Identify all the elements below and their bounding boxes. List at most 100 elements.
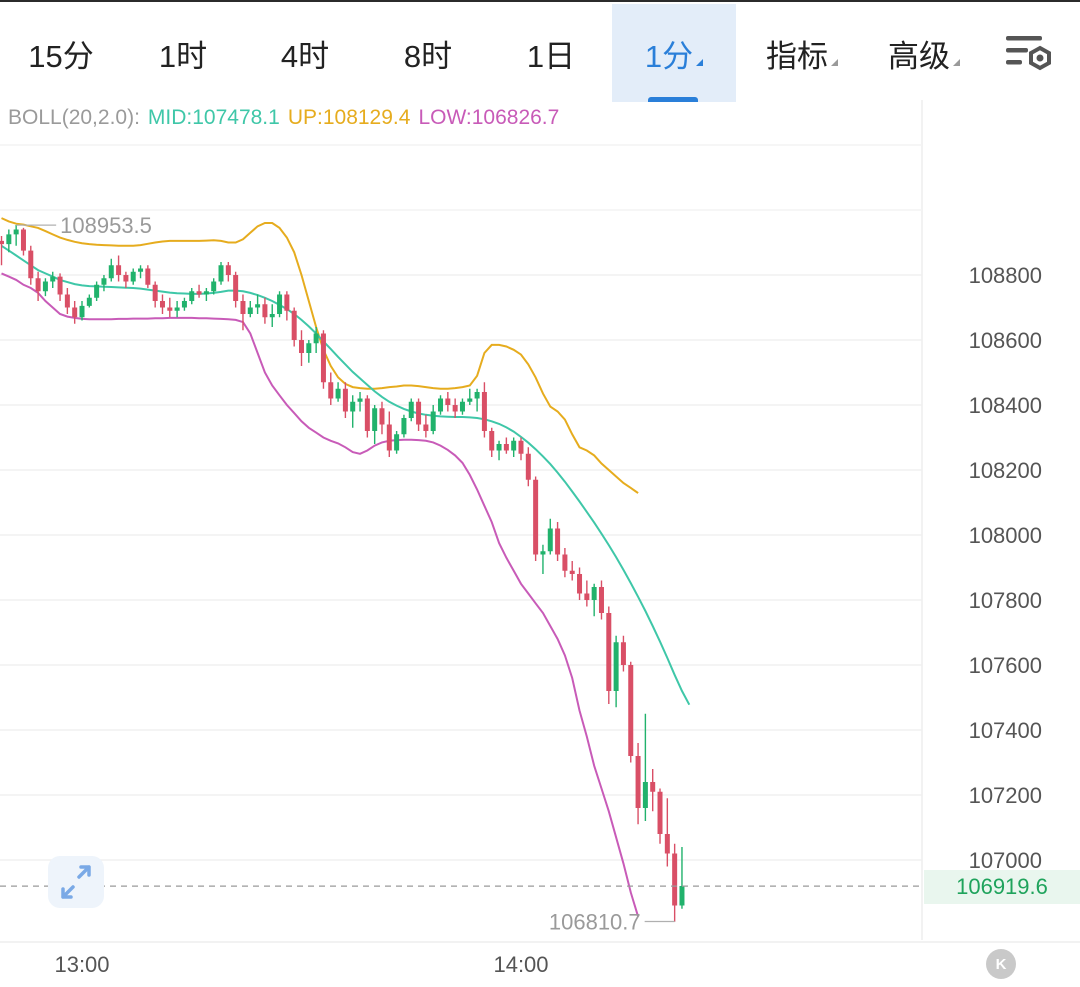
- candle-body: [591, 587, 597, 600]
- tab-15m[interactable]: 15分: [0, 4, 122, 102]
- candle-up: [408, 398, 414, 422]
- tab-8h[interactable]: 8时: [366, 4, 490, 102]
- candle-down: [503, 437, 509, 454]
- candle-body: [130, 271, 136, 282]
- candle-body: [269, 314, 275, 318]
- y-tick-label: 107200: [969, 783, 1042, 808]
- candle-body: [335, 388, 341, 399]
- x-tick-label: 14:00: [493, 952, 548, 977]
- y-tick-label: 107800: [969, 588, 1042, 613]
- candle-body: [496, 444, 502, 451]
- expand-icon: [61, 865, 91, 899]
- candle-body: [108, 265, 114, 279]
- candle-down: [423, 414, 429, 438]
- expand-chart-button[interactable]: [48, 856, 104, 908]
- candle-up: [547, 518, 553, 555]
- candle-body: [584, 593, 590, 600]
- tab-1d[interactable]: 1日: [490, 4, 612, 102]
- candle-down: [123, 271, 129, 288]
- y-tick-label: 108200: [969, 458, 1042, 483]
- candle-body: [240, 301, 246, 314]
- candle-body: [218, 265, 224, 282]
- candlestick-chart[interactable]: 108800 108600 108400 108200 108000 107800 1076…: [0, 100, 1080, 987]
- tab-label: 1分: [644, 38, 694, 74]
- candle-body: [35, 278, 41, 292]
- candle-down: [342, 382, 348, 418]
- candle-up: [218, 262, 224, 285]
- candle-body: [64, 294, 70, 308]
- candle-body: [394, 434, 400, 451]
- kline-icon[interactable]: K: [986, 949, 1016, 979]
- candle-body: [94, 284, 100, 298]
- candle-down: [650, 769, 656, 812]
- candle-body: [116, 265, 122, 275]
- candle-body: [203, 291, 209, 295]
- boll-mid-line: [0, 244, 691, 706]
- candle-body: [430, 411, 436, 431]
- candle-down: [196, 284, 202, 298]
- candle-down: [225, 262, 231, 282]
- candle-body: [86, 297, 92, 306]
- candle-down: [299, 330, 304, 366]
- candle-down: [672, 843, 678, 922]
- candle-up: [372, 405, 378, 444]
- candle-down: [320, 330, 326, 389]
- tab-label: 4时: [280, 38, 330, 74]
- candle-body: [657, 791, 663, 834]
- candle-up: [86, 294, 92, 308]
- candle-body: [672, 853, 678, 906]
- candle-body: [357, 398, 363, 402]
- tab-indicators[interactable]: 指标: [746, 4, 858, 102]
- tab-label: 1日: [526, 38, 576, 74]
- tab-1m[interactable]: 1分: [612, 4, 736, 102]
- candle-up: [255, 294, 261, 314]
- candle-body: [189, 291, 195, 301]
- candle-up: [306, 340, 312, 363]
- x-tick-label: 13:00: [54, 952, 109, 977]
- candle-body: [569, 570, 575, 574]
- candle-up: [496, 440, 502, 461]
- boll-bands: [0, 217, 691, 917]
- candle-down: [635, 743, 641, 825]
- candle-down: [416, 398, 422, 431]
- dropdown-corner-icon: [953, 58, 960, 66]
- candle-body: [167, 307, 173, 311]
- candle-down: [72, 301, 78, 324]
- tab-advanced[interactable]: 高级: [868, 4, 980, 102]
- candle-down: [152, 281, 158, 308]
- candle-up: [277, 291, 283, 318]
- candle-body: [401, 418, 407, 435]
- high-marker-label: 108953.5: [60, 213, 152, 238]
- candle-up: [430, 405, 436, 435]
- tab-4h[interactable]: 4时: [244, 4, 366, 102]
- candle-up: [181, 297, 187, 311]
- candle-up: [467, 388, 473, 405]
- candle-body: [320, 333, 326, 383]
- candle-body: [577, 574, 583, 594]
- candle-down: [57, 273, 63, 301]
- candle-body: [57, 276, 63, 295]
- candle-body: [525, 453, 531, 480]
- candle-body: [196, 291, 202, 295]
- candle-up: [357, 392, 363, 412]
- candle-body: [547, 528, 553, 552]
- candle-body: [101, 278, 107, 285]
- tab-1h[interactable]: 1时: [122, 4, 244, 102]
- y-tick-label: 108000: [969, 523, 1042, 548]
- candle-body: [606, 613, 612, 691]
- candle-down: [364, 395, 370, 438]
- candle-body: [79, 305, 85, 318]
- candle-up: [174, 301, 180, 318]
- boll-lower-line: [1, 272, 640, 917]
- chart-settings-icon[interactable]: [1000, 32, 1056, 76]
- candle-up: [591, 583, 597, 617]
- candle-body: [503, 444, 509, 451]
- candle-up: [350, 395, 356, 428]
- candle-body: [342, 388, 348, 412]
- candle-body: [408, 401, 414, 418]
- axes: 108800 108600 108400 108200 108000 107800 1076…: [0, 213, 1042, 977]
- top-border: [0, 0, 1080, 2]
- candle-body: [211, 281, 217, 292]
- candle-down: [64, 288, 70, 314]
- candle-up: [394, 431, 400, 454]
